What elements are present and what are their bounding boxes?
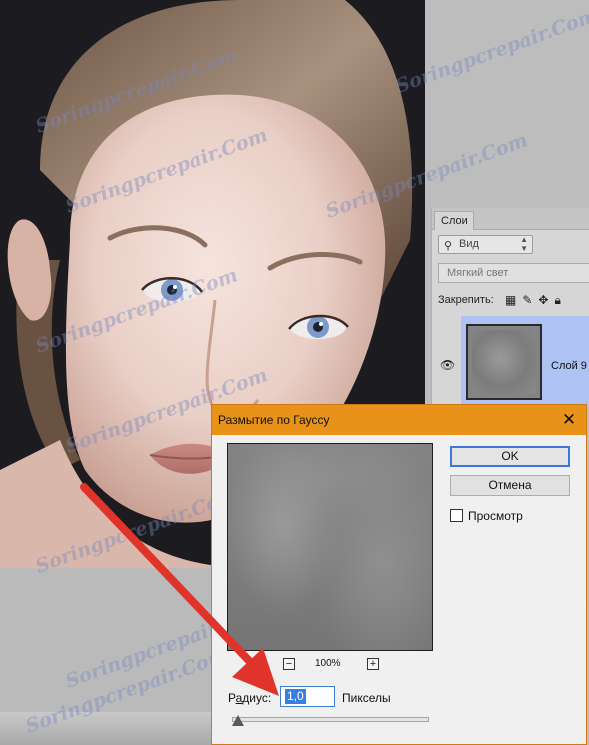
lock-label: Закрепить:: [438, 294, 494, 306]
padlock-icon[interactable]: 🔒︎: [554, 293, 566, 307]
blur-preview-image: [228, 444, 432, 650]
brush-lock-icon[interactable]: ✎: [522, 293, 538, 307]
radius-slider-track[interactable]: [232, 717, 429, 722]
lock-row: Закрепить: ▦✎✥🔒︎: [438, 291, 589, 309]
layer-thumbnail[interactable]: [466, 324, 542, 400]
preview-checkbox[interactable]: [450, 509, 463, 522]
updown-arrows-icon: ▲ ▼: [520, 235, 528, 253]
zoom-in-button[interactable]: +: [367, 658, 379, 670]
zoom-level: 100%: [315, 658, 341, 669]
zoom-controls: − 100% +: [283, 658, 383, 672]
search-icon: ⚲: [444, 240, 453, 252]
dialog-titlebar[interactable]: Размытие по Гауссу ✕: [212, 405, 586, 435]
preview-checkbox-label[interactable]: Просмотр: [468, 509, 523, 523]
canvas-scroll-strip: [0, 712, 215, 745]
zoom-out-button[interactable]: −: [283, 658, 295, 670]
blend-mode-select[interactable]: Мягкий свет: [438, 263, 589, 283]
tab-layers[interactable]: Слои: [434, 211, 474, 230]
layer-name[interactable]: Слой 9: [551, 360, 587, 372]
move-lock-icon[interactable]: ✥: [538, 293, 554, 307]
layer-thumbnail-image: [472, 330, 536, 394]
ok-button[interactable]: OK: [450, 446, 570, 467]
eye-icon[interactable]: 👁︎: [440, 358, 455, 372]
layers-tabbar: Слои: [432, 208, 589, 230]
radius-label-rest: диус:: [242, 691, 272, 705]
radius-input[interactable]: 1,0: [280, 686, 335, 707]
blur-preview[interactable]: [227, 443, 433, 651]
checkerboard-lock-icon[interactable]: ▦: [505, 293, 522, 307]
units-label: Пикселы: [342, 691, 391, 705]
radius-value: 1,0: [285, 689, 306, 704]
dialog-title: Размытие по Гауссу: [218, 413, 330, 427]
layer-filter-label: Вид: [459, 238, 479, 250]
cancel-button[interactable]: Отмена: [450, 475, 570, 496]
layers-panel: Слои ⚲ Вид ▲ ▼ Мягкий свет Закрепить: ▦✎✥…: [431, 208, 589, 408]
gaussian-blur-dialog: Размытие по Гауссу ✕ − 100% + Радиус: 1,…: [211, 404, 587, 745]
layer-filter-select[interactable]: ⚲ Вид ▲ ▼: [438, 235, 533, 254]
radius-label: Радиус:: [228, 691, 271, 705]
layer-row[interactable]: 👁︎ Слой 9: [432, 316, 589, 408]
close-icon[interactable]: ✕: [554, 405, 584, 435]
radius-slider-thumb[interactable]: [231, 715, 244, 726]
radius-label-prefix: Р: [228, 691, 236, 705]
